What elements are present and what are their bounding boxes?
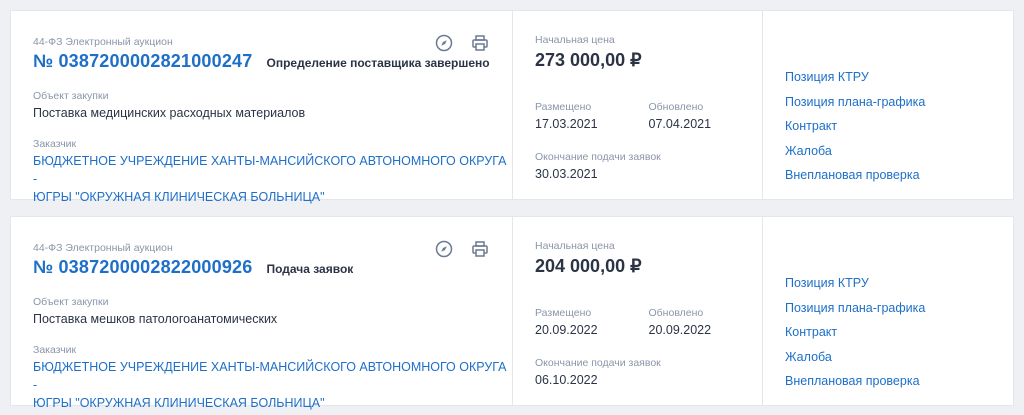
- link-complaint[interactable]: Жалоба: [785, 349, 1013, 365]
- link-ktru[interactable]: Позиция КТРУ: [785, 69, 1013, 85]
- link-unscheduled-check[interactable]: Внеплановая проверка: [785, 373, 1013, 389]
- customer-link[interactable]: БЮДЖЕТНОЕ УЧРЕЖДЕНИЕ ХАНТЫ-МАНСИЙСКОГО А…: [33, 152, 512, 206]
- purchase-info: 44-ФЗ Электронный аукцион № 038720000282…: [11, 11, 513, 204]
- customer-line-1: БЮДЖЕТНОЕ УЧРЕЖДЕНИЕ ХАНТЫ-МАНСИЙСКОГО А…: [33, 360, 507, 392]
- end-date: 06.10.2022: [535, 373, 598, 387]
- price-section: Начальная цена 273 000,00 ₽ Размещено 17…: [513, 11, 763, 199]
- placed-date: 20.09.2022: [535, 323, 598, 337]
- status-text: Подача заявок: [266, 262, 354, 276]
- end-label: Окончание подачи заявок: [535, 151, 661, 163]
- purchase-number-link[interactable]: № 0387200002822000926: [33, 257, 252, 278]
- compass-icon[interactable]: [434, 239, 454, 259]
- placed-date: 17.03.2021: [535, 117, 598, 131]
- price-label: Начальная цена: [535, 240, 615, 252]
- status-text: Определение поставщика завершено: [266, 56, 490, 70]
- price-value: 273 000,00 ₽: [535, 50, 642, 70]
- updated-label: Обновлено: [648, 101, 704, 113]
- placed-label: Размещено: [535, 307, 592, 319]
- link-unscheduled-check[interactable]: Внеплановая проверка: [785, 167, 1013, 183]
- customer-line-1: БЮДЖЕТНОЕ УЧРЕЖДЕНИЕ ХАНТЫ-МАНСИЙСКОГО А…: [33, 154, 507, 186]
- updated-date: 07.04.2021: [648, 117, 712, 131]
- purchase-number-link[interactable]: № 0387200002821000247: [33, 51, 252, 72]
- link-plan-schedule[interactable]: Позиция плана-графика: [785, 300, 1013, 316]
- end-label: Окончание подачи заявок: [535, 357, 661, 369]
- link-plan-schedule[interactable]: Позиция плана-графика: [785, 94, 1013, 110]
- link-ktru[interactable]: Позиция КТРУ: [785, 275, 1013, 291]
- customer-line-2: ЮГРЫ "ОКРУЖНАЯ КЛИНИЧЕСКАЯ БОЛЬНИЦА": [33, 190, 325, 204]
- customer-line-2: ЮГРЫ "ОКРУЖНАЯ КЛИНИЧЕСКАЯ БОЛЬНИЦА": [33, 396, 325, 410]
- print-icon[interactable]: [470, 239, 490, 259]
- object-text: Поставка мешков патологоанатомических: [33, 312, 278, 326]
- customer-label: Заказчик: [33, 344, 77, 356]
- updated-label: Обновлено: [648, 307, 704, 319]
- price-value: 204 000,00 ₽: [535, 256, 642, 276]
- link-contract[interactable]: Контракт: [785, 324, 1013, 340]
- related-links: Позиция КТРУ Позиция плана-графика Контр…: [763, 217, 1013, 405]
- purchase-card: 44-ФЗ Электронный аукцион № 038720000282…: [10, 216, 1014, 410]
- price-section: Начальная цена 204 000,00 ₽ Размещено 20…: [513, 217, 763, 405]
- price-label: Начальная цена: [535, 34, 615, 46]
- customer-link[interactable]: БЮДЖЕТНОЕ УЧРЕЖДЕНИЕ ХАНТЫ-МАНСИЙСКОГО А…: [33, 358, 512, 412]
- placed-label: Размещено: [535, 101, 592, 113]
- link-complaint[interactable]: Жалоба: [785, 143, 1013, 159]
- related-links: Позиция КТРУ Позиция плана-графика Контр…: [763, 11, 1013, 199]
- object-label: Объект закупки: [33, 296, 109, 308]
- purchase-info: 44-ФЗ Электронный аукцион № 038720000282…: [11, 217, 513, 410]
- print-icon[interactable]: [470, 33, 490, 53]
- object-text: Поставка медицинских расходных материало…: [33, 106, 306, 120]
- updated-date: 20.09.2022: [648, 323, 712, 337]
- link-contract[interactable]: Контракт: [785, 118, 1013, 134]
- purchase-card: 44-ФЗ Электронный аукцион № 038720000282…: [10, 10, 1014, 204]
- customer-label: Заказчик: [33, 138, 77, 150]
- object-label: Объект закупки: [33, 90, 109, 102]
- compass-icon[interactable]: [434, 33, 454, 53]
- end-date: 30.03.2021: [535, 167, 598, 181]
